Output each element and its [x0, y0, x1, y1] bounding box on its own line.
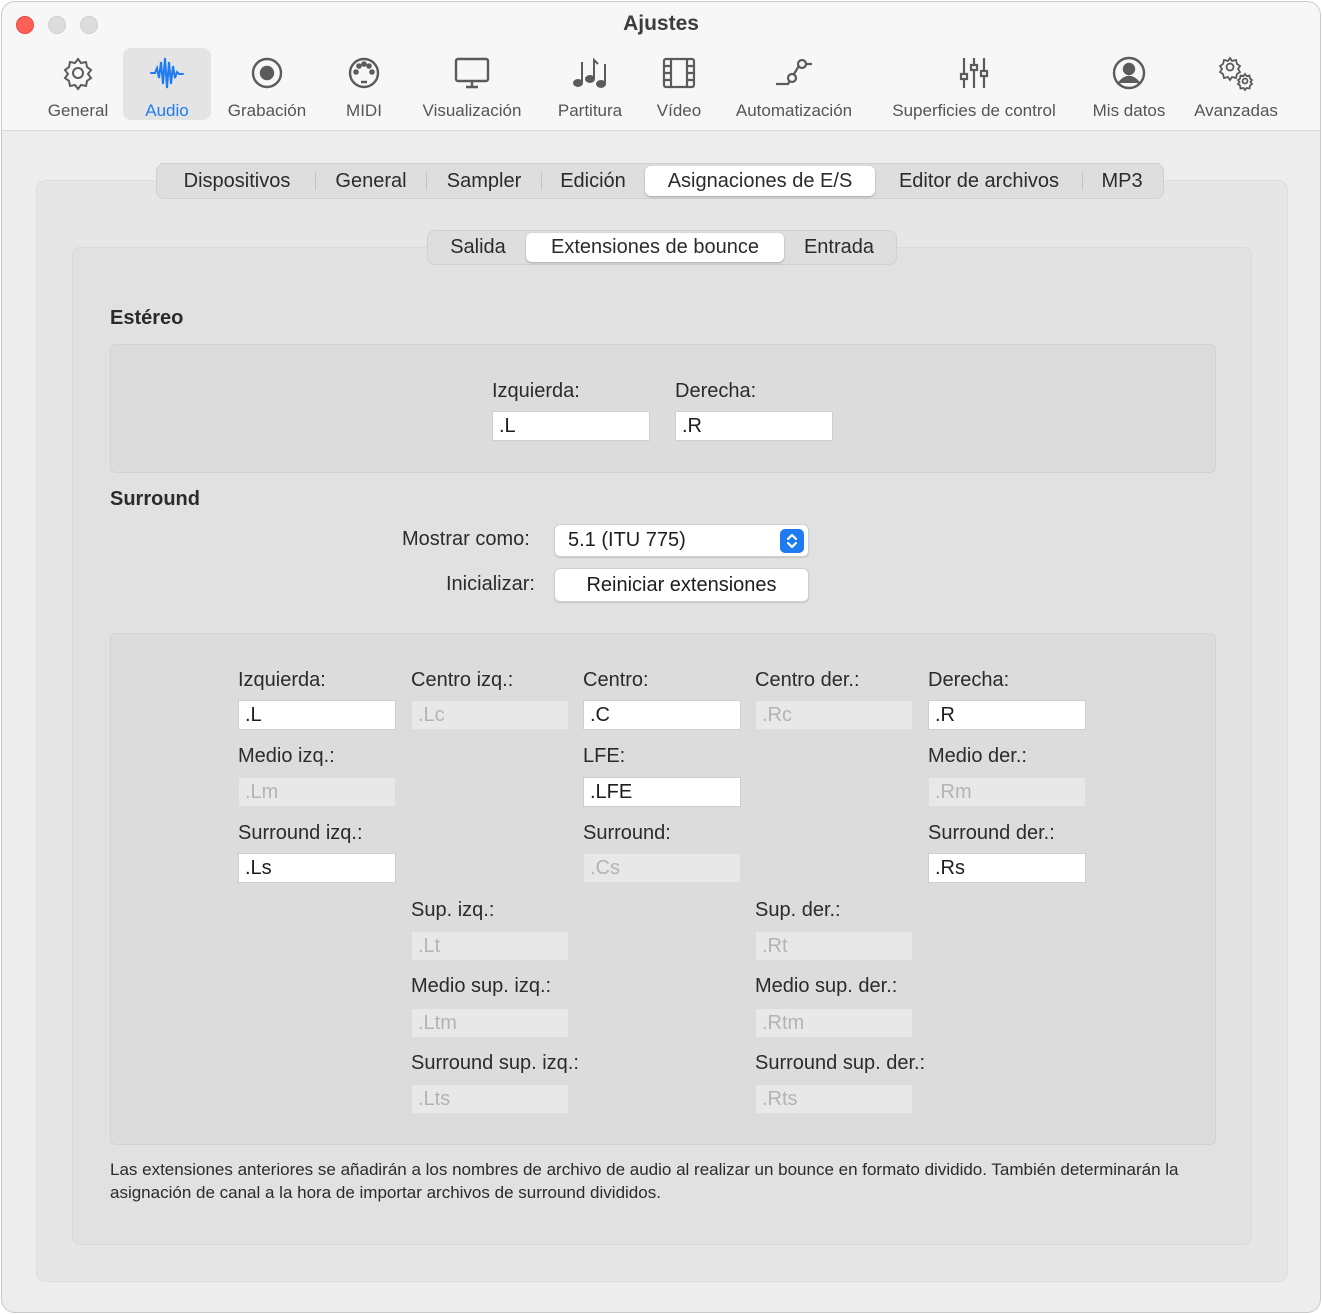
centro-izq-label: Centro izq.: — [411, 669, 514, 691]
surround-field — [583, 853, 741, 883]
toolbar-grabacion[interactable]: Grabación — [220, 48, 314, 120]
surround-sup-izq-field — [411, 1084, 569, 1114]
tab-salida[interactable]: Salida — [430, 233, 526, 262]
medio-der-label: Medio der.: — [928, 745, 1027, 767]
display-icon — [453, 48, 491, 97]
titlebar: Ajustes General Audio Grabación MIDI Vis… — [2, 2, 1320, 131]
waveform-icon — [148, 48, 186, 97]
notes-icon — [571, 48, 609, 97]
tab-edicion[interactable]: Edición — [542, 166, 644, 196]
sub-tabs: Salida Extensiones de bounce Entrada — [427, 230, 897, 265]
stereo-left-field[interactable] — [492, 411, 650, 441]
toolbar-partitura[interactable]: Partitura — [548, 48, 632, 120]
toolbar-audio[interactable]: Audio — [123, 48, 211, 120]
tab-entrada[interactable]: Entrada — [784, 233, 894, 262]
centro-der-field — [755, 700, 913, 730]
show-as-value: 5.1 (ITU 775) — [568, 529, 686, 551]
tab-dispositivos[interactable]: Dispositivos — [159, 166, 315, 196]
surround-label: Surround: — [583, 822, 671, 844]
gear-icon — [59, 48, 97, 97]
chevron-updown-icon — [780, 529, 804, 553]
centro-label: Centro: — [583, 669, 649, 691]
surround-der-field[interactable] — [928, 853, 1086, 883]
toolbar-automatizacion[interactable]: Automatización — [724, 48, 864, 120]
centro-field[interactable] — [583, 700, 741, 730]
record-icon — [248, 48, 286, 97]
tab-general[interactable]: General — [316, 166, 426, 196]
surround-izq-field[interactable] — [238, 853, 396, 883]
medio-sup-izq-field — [411, 1008, 569, 1038]
surround-der-label: Surround der.: — [928, 822, 1055, 844]
medio-sup-izq-label: Medio sup. izq.: — [411, 975, 552, 997]
tab-asignaciones-es[interactable]: Asignaciones de E/S — [645, 166, 875, 196]
sup-izq-label: Sup. izq.: — [411, 899, 495, 921]
surround-sup-der-label: Surround sup. der.: — [755, 1052, 926, 1074]
derecha-label: Derecha: — [928, 669, 1010, 691]
medio-sup-der-field — [755, 1008, 913, 1038]
medio-izq-label: Medio izq.: — [238, 745, 335, 767]
derecha-field[interactable] — [928, 700, 1086, 730]
toolbar-superficies-de-control[interactable]: Superficies de control — [876, 48, 1072, 120]
toolbar-video[interactable]: Vídeo — [648, 48, 710, 120]
toolbar-mis-datos[interactable]: Mis datos — [1084, 48, 1174, 120]
init-label: Inicializar: — [446, 573, 535, 595]
reset-extensions-button[interactable]: Reiniciar extensiones — [554, 568, 809, 602]
toolbar-general[interactable]: General — [38, 48, 118, 120]
show-as-popup[interactable]: 5.1 (ITU 775) — [554, 524, 809, 557]
surround-section-title: Surround — [110, 488, 200, 510]
lfe-field[interactable] — [583, 777, 741, 807]
tab-editor-de-archivos[interactable]: Editor de archivos — [876, 166, 1082, 196]
izquierda-field[interactable] — [238, 700, 396, 730]
film-icon — [660, 48, 698, 97]
sup-der-label: Sup. der.: — [755, 899, 841, 921]
show-as-label: Mostrar como: — [402, 528, 530, 550]
tab-extensiones-de-bounce[interactable]: Extensiones de bounce — [526, 233, 784, 262]
centro-der-label: Centro der.: — [755, 669, 860, 691]
surround-sup-izq-label: Surround sup. izq.: — [411, 1052, 579, 1074]
automation-icon — [775, 48, 813, 97]
centro-izq-field — [411, 700, 569, 730]
sup-der-field — [755, 931, 913, 961]
stereo-right-label: Derecha: — [675, 380, 757, 402]
medio-sup-der-label: Medio sup. der.: — [755, 975, 898, 997]
lfe-label: LFE: — [583, 745, 626, 767]
footer-description: Las extensiones anteriores se añadirán a… — [110, 1160, 1179, 1202]
toolbar-avanzadas[interactable]: Avanzadas — [1186, 48, 1286, 120]
stereo-section-title: Estéreo — [110, 307, 184, 329]
toolbar-visualizacion[interactable]: Visualización — [412, 48, 532, 120]
midi-icon — [345, 48, 383, 97]
stereo-group — [110, 344, 1216, 473]
tab-mp3[interactable]: MP3 — [1083, 166, 1161, 196]
medio-izq-field — [238, 777, 396, 807]
surround-izq-label: Surround izq.: — [238, 822, 363, 844]
gears-icon — [1217, 48, 1255, 97]
izquierda-label: Izquierda: — [238, 669, 326, 691]
stereo-left-label: Izquierda: — [492, 380, 580, 402]
surround-sup-der-field — [755, 1084, 913, 1114]
stereo-right-field[interactable] — [675, 411, 833, 441]
main-tabs: Dispositivos General Sampler Edición Asi… — [156, 163, 1164, 199]
window-title: Ajustes — [623, 12, 699, 35]
sliders-icon — [955, 48, 993, 97]
medio-der-field — [928, 777, 1086, 807]
settings-window: Ajustes General Audio Grabación MIDI Vis… — [1, 1, 1321, 1313]
toolbar-midi[interactable]: MIDI — [330, 48, 398, 120]
tab-sampler[interactable]: Sampler — [427, 166, 541, 196]
person-icon — [1110, 48, 1148, 97]
sup-izq-field — [411, 931, 569, 961]
